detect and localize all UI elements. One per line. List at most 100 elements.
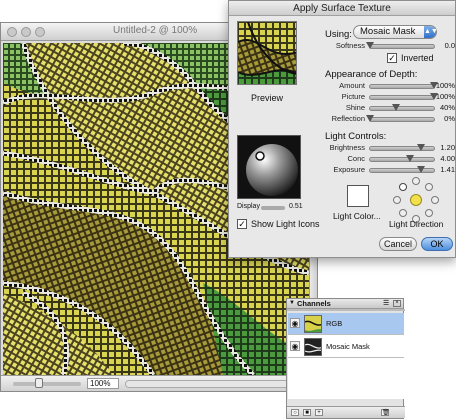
new-channel-icon[interactable]: + bbox=[315, 409, 323, 416]
zoom-slider-thumb[interactable] bbox=[35, 378, 43, 388]
document-status-bar: 100% bbox=[1, 375, 317, 391]
depth-slider[interactable] bbox=[369, 93, 438, 100]
light-direction-label: Light Direction bbox=[389, 219, 444, 229]
zoom-window-button[interactable] bbox=[35, 27, 45, 37]
depth-row: Amount 100% bbox=[321, 81, 455, 91]
dialog-title: Apply Surface Texture bbox=[293, 3, 391, 14]
light-slider[interactable] bbox=[369, 166, 435, 173]
channel-name: Mosaic Mask bbox=[326, 342, 370, 351]
close-window-button[interactable] bbox=[7, 27, 17, 37]
light-value: 1.20 bbox=[440, 143, 455, 152]
show-light-icons-checkbox[interactable]: ✓ bbox=[237, 219, 247, 229]
light-slider[interactable] bbox=[369, 144, 435, 151]
channel-row-mosaic-mask[interactable]: ◉ Mosaic Mask bbox=[288, 336, 404, 358]
horizontal-scrollbar[interactable] bbox=[125, 380, 305, 388]
depth-heading: Appearance of Depth: bbox=[325, 69, 418, 80]
using-select[interactable]: Mosaic Mask ▲▼ bbox=[353, 25, 438, 39]
direction-se[interactable] bbox=[425, 209, 433, 217]
channels-title: Channels bbox=[297, 299, 331, 308]
rgb-thumbnail bbox=[304, 315, 322, 333]
light-name: Exposure bbox=[333, 165, 365, 174]
close-icon[interactable]: × bbox=[393, 300, 401, 307]
depth-name: Reflection bbox=[331, 114, 365, 123]
load-selection-icon[interactable]: ○ bbox=[291, 409, 299, 416]
channel-name: RGB bbox=[326, 319, 343, 328]
ok-button[interactable]: OK bbox=[421, 237, 453, 251]
light-direction-picker bbox=[393, 177, 439, 223]
display-value: 0.51 bbox=[289, 203, 303, 210]
inverted-checkbox[interactable]: ✓ bbox=[387, 53, 397, 63]
light-handle-icon[interactable] bbox=[255, 151, 265, 161]
softness-label: Softness bbox=[335, 41, 365, 50]
light-slider-thumb[interactable] bbox=[417, 144, 426, 151]
light-controls-heading: Light Controls: bbox=[325, 131, 387, 142]
depth-name: Shine bbox=[345, 103, 365, 112]
light-value: 1.41 bbox=[440, 165, 455, 174]
mask-thumbnail-image bbox=[305, 339, 321, 355]
depth-slider[interactable] bbox=[369, 104, 435, 111]
display-slider[interactable] bbox=[261, 206, 285, 210]
softness-slider-thumb[interactable] bbox=[366, 42, 374, 49]
light-name: Brightness bbox=[329, 143, 365, 152]
light-row: Conc 4.00 bbox=[321, 154, 455, 164]
light-slider-thumb[interactable] bbox=[417, 166, 426, 173]
depth-value: 40% bbox=[439, 103, 455, 112]
light-color-button[interactable]: Light Color... bbox=[333, 211, 381, 221]
mask-thumbnail bbox=[304, 338, 322, 356]
softness-slider-row: Softness 0.0 bbox=[321, 41, 455, 51]
direction-ne[interactable] bbox=[425, 183, 433, 191]
depth-row: Picture 100% bbox=[321, 92, 455, 102]
depth-slider[interactable] bbox=[369, 82, 438, 89]
palette-menu-icon[interactable]: ☰ bbox=[383, 300, 391, 307]
depth-slider[interactable] bbox=[366, 115, 435, 122]
light-color-swatch[interactable] bbox=[347, 185, 369, 207]
light-sphere-preview[interactable] bbox=[237, 135, 301, 199]
channels-divider bbox=[287, 309, 405, 311]
depth-value: 100% bbox=[435, 92, 455, 101]
light-row: Exposure 1.41 bbox=[321, 165, 455, 175]
channels-footer: ○ ■ + 🗑 bbox=[287, 406, 405, 418]
minimize-window-button[interactable] bbox=[21, 27, 31, 37]
channels-titlebar: ▼ Channels ☰ × bbox=[287, 299, 403, 309]
depth-row: Shine 40% bbox=[321, 103, 455, 113]
channels-palette: ▼ Channels ☰ × ◉ RGB ◉ Mosaic Mask ○ ■ +… bbox=[286, 298, 405, 419]
depth-value: 0% bbox=[444, 114, 455, 123]
using-select-value: Mosaic Mask bbox=[360, 26, 416, 37]
trash-icon[interactable]: 🗑 bbox=[381, 409, 390, 416]
depth-slider-thumb[interactable] bbox=[391, 104, 400, 111]
depth-slider-thumb[interactable] bbox=[366, 115, 374, 122]
eye-icon[interactable]: ◉ bbox=[290, 318, 300, 328]
light-row: Brightness 1.20 bbox=[321, 143, 455, 153]
rgb-thumbnail-image bbox=[305, 316, 321, 332]
light-slider-thumb[interactable] bbox=[405, 155, 414, 162]
save-selection-icon[interactable]: ■ bbox=[303, 409, 311, 416]
select-arrows-icon: ▲▼ bbox=[424, 26, 438, 38]
light-name: Conc bbox=[347, 154, 365, 163]
inverted-label: Inverted bbox=[401, 53, 434, 63]
depth-value: 100% bbox=[435, 81, 455, 90]
zoom-field[interactable]: 100% bbox=[87, 378, 119, 389]
softness-value: 0.0 bbox=[444, 41, 455, 50]
depth-name: Amount bbox=[339, 81, 365, 90]
preview-image bbox=[238, 22, 296, 84]
preview-label: Preview bbox=[250, 93, 283, 103]
using-label: Using: bbox=[325, 29, 352, 40]
light-slider[interactable] bbox=[369, 155, 435, 162]
softness-slider[interactable] bbox=[366, 42, 435, 49]
direction-n[interactable] bbox=[412, 177, 420, 185]
apply-surface-texture-dialog: Apply Surface Texture Preview Using: Mos… bbox=[228, 0, 456, 258]
channels-list: ◉ RGB ◉ Mosaic Mask bbox=[288, 313, 404, 399]
display-label: Display bbox=[237, 203, 260, 210]
eye-icon[interactable]: ◉ bbox=[290, 341, 300, 351]
depth-row: Reflection 0% bbox=[321, 114, 455, 124]
channel-row-rgb[interactable]: ◉ RGB bbox=[288, 313, 404, 335]
light-sphere bbox=[246, 144, 298, 196]
collapse-triangle-icon[interactable]: ▼ bbox=[289, 300, 295, 306]
zoom-slider[interactable] bbox=[13, 382, 81, 386]
direction-e[interactable] bbox=[431, 196, 439, 204]
direction-nw[interactable] bbox=[399, 183, 407, 191]
cancel-button[interactable]: Cancel bbox=[379, 237, 417, 251]
direction-sw[interactable] bbox=[399, 209, 407, 217]
direction-w[interactable] bbox=[393, 196, 401, 204]
preview-thumbnail[interactable] bbox=[237, 21, 297, 85]
